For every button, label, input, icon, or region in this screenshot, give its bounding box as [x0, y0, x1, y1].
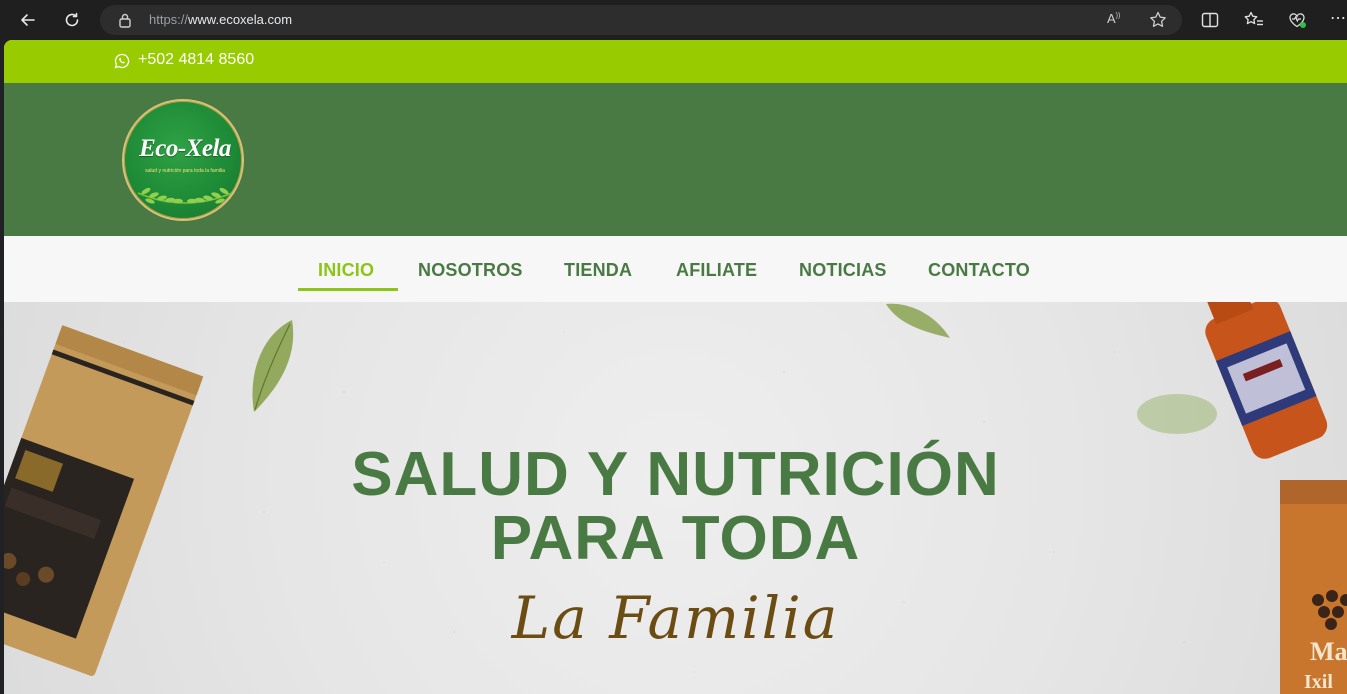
back-button[interactable]: [14, 6, 42, 34]
refresh-button[interactable]: [58, 6, 86, 34]
leaves-icon: [137, 187, 233, 204]
favorites-icon[interactable]: [1243, 10, 1265, 30]
back-icon: [21, 14, 35, 26]
svg-text:Ixil: Ixil: [1304, 671, 1333, 693]
url-prefix: https://: [149, 12, 189, 27]
whatsapp-icon[interactable]: [114, 53, 130, 69]
main-nav: INICIO NOSOTROS TIENDA AFILIATE NOTICIAS…: [4, 236, 1347, 302]
url-host: www.ecoxela.com: [188, 12, 293, 27]
favorite-star-icon[interactable]: [1148, 10, 1168, 30]
read-aloud-icon[interactable]: A)): [1107, 11, 1125, 29]
hero-banner: Ma Ixil SALUD Y NUTRICIÓN PARA TODA La F…: [4, 302, 1347, 694]
site-header: Eco-Xela salud y nutrición para toda la …: [4, 83, 1347, 236]
nav-item-afiliate[interactable]: AFILIATE: [676, 260, 757, 281]
hero-title-line-1: SALUD Y NUTRICIÓN: [351, 440, 1000, 509]
top-contact-bar: +502 4814 8560: [4, 40, 1347, 83]
web-page: +502 4814 8560 Eco-Xela salud y nutrició…: [4, 40, 1347, 694]
hero-script-text: La Familia: [511, 584, 840, 652]
site-logo[interactable]: Eco-Xela salud y nutrición para toda la …: [122, 99, 244, 221]
browser-toolbar: https://www.ecoxela.com A)) ⋯: [0, 0, 1347, 40]
url-text[interactable]: https://www.ecoxela.com: [149, 12, 292, 27]
lock-icon[interactable]: [118, 12, 132, 28]
nav-item-tienda[interactable]: TIENDA: [564, 260, 632, 281]
nav-item-noticias[interactable]: NOTICIAS: [799, 260, 887, 281]
hero-title-line-2: PARA TODA: [490, 504, 861, 573]
leaf-icon: [252, 320, 294, 412]
nav-item-contacto[interactable]: CONTACTO: [928, 260, 1030, 281]
split-screen-icon[interactable]: [1200, 10, 1220, 30]
leaf-icon: [886, 303, 950, 338]
logo-text: Eco-Xela: [139, 135, 231, 162]
nav-active-indicator: [298, 288, 398, 291]
browser-essentials-icon[interactable]: [1287, 10, 1309, 30]
more-icon[interactable]: ⋯: [1330, 8, 1346, 28]
refresh-icon: [65, 12, 79, 27]
nav-item-inicio[interactable]: INICIO: [318, 260, 374, 281]
nav-item-nosotros[interactable]: NOSOTROS: [418, 260, 523, 281]
phone-number[interactable]: +502 4814 8560: [138, 51, 254, 69]
address-bar[interactable]: https://www.ecoxela.com A)): [100, 5, 1182, 35]
